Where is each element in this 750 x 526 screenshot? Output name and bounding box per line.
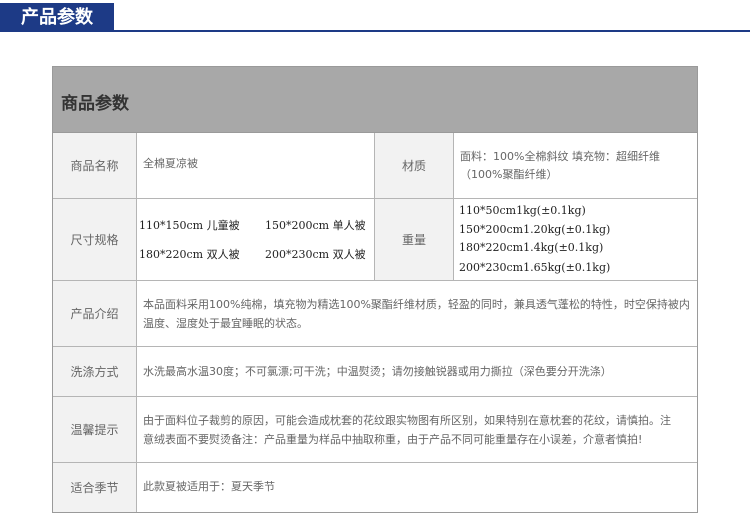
tips-line1: 由于面料位子裁剪的原因，可能会造成枕套的花纹跟实物图有所区别，如果特别在意枕套的… bbox=[143, 414, 671, 427]
material-label: 材质 bbox=[374, 133, 454, 198]
season-label: 适合季节 bbox=[53, 463, 137, 512]
table-row: 产品介绍 本品面料采用100%纯棉，填充物为精选100%聚酯纤维材质，轻盈的同时… bbox=[53, 281, 697, 347]
intro-label: 产品介绍 bbox=[53, 281, 137, 346]
material-cell: 面料：100%全棉斜纹 填充物：超细纤维 （100%聚酯纤维） bbox=[454, 133, 697, 198]
weight-label: 重量 bbox=[374, 199, 454, 280]
wash-label: 洗涤方式 bbox=[53, 347, 137, 396]
season-value: 此款夏被适用于：夏天季节 bbox=[143, 480, 275, 493]
tips-cell: 由于面料位子裁剪的原因，可能会造成枕套的花纹跟实物图有所区别，如果特别在意枕套的… bbox=[137, 397, 697, 462]
table-row: 洗涤方式 水洗最高水温30度；不可氯漂;可干洗；中温熨烫；请勿接触锐器或用力撕拉… bbox=[53, 347, 697, 397]
header-divider bbox=[0, 30, 750, 32]
size-item: 150*200cm 单人被 bbox=[265, 219, 366, 232]
tips-label: 温馨提示 bbox=[53, 397, 137, 462]
table-row: 商品名称 全棉夏凉被 材质 面料：100%全棉斜纹 填充物：超细纤维 （100%… bbox=[53, 133, 697, 199]
intro-line2: 温度、湿度处于最宜睡眠的状态。 bbox=[143, 317, 308, 330]
table-row: 适合季节 此款夏被适用于：夏天季节 bbox=[53, 463, 697, 512]
size-item: 180*220cm 双人被 bbox=[139, 248, 240, 261]
name-cell: 全棉夏凉被 bbox=[137, 133, 374, 198]
weight-item: 150*200cm1.20kg(±0.1kg) bbox=[459, 223, 611, 236]
season-cell: 此款夏被适用于：夏天季节 bbox=[137, 463, 697, 512]
weight-item: 200*230cm1.65kg(±0.1kg) bbox=[459, 261, 611, 274]
material-line2: （100%聚酯纤维） bbox=[460, 168, 558, 181]
tips-line2: 意绒表面不要熨烫备注：产品重量为样品中抽取称重，由于产品不同可能重量存在小误差，… bbox=[143, 433, 643, 446]
section-title: 产品参数 bbox=[0, 3, 114, 32]
weight-item: 180*220cm1.4kg(±0.1kg) bbox=[459, 241, 604, 254]
wash-cell: 水洗最高水温30度；不可氯漂;可干洗；中温熨烫；请勿接触锐器或用力撕拉（深色要分… bbox=[137, 347, 697, 396]
table-title: 商品参数 bbox=[61, 94, 129, 114]
weight-item: 110*50cm1kg(±0.1kg) bbox=[459, 204, 586, 217]
table-row: 温馨提示 由于面料位子裁剪的原因，可能会造成枕套的花纹跟实物图有所区别，如果特别… bbox=[53, 397, 697, 463]
name-label: 商品名称 bbox=[53, 133, 137, 198]
table-title-row: 商品参数 bbox=[53, 67, 697, 133]
size-item: 110*150cm 儿童被 bbox=[139, 219, 240, 232]
table-row: 尺寸规格 110*150cm 儿童被 150*200cm 单人被 180*220… bbox=[53, 199, 697, 281]
params-table: 商品参数 商品名称 全棉夏凉被 材质 面料：100%全棉斜纹 填充物：超细纤维 … bbox=[52, 66, 698, 513]
material-line1: 面料：100%全棉斜纹 填充物：超细纤维 bbox=[460, 150, 660, 163]
section-header: 产品参数 bbox=[0, 0, 750, 34]
wash-value: 水洗最高水温30度；不可氯漂;可干洗；中温熨烫；请勿接触锐器或用力撕拉（深色要分… bbox=[143, 365, 612, 378]
name-value: 全棉夏凉被 bbox=[143, 157, 198, 170]
intro-cell: 本品面料采用100%纯棉，填充物为精选100%聚酯纤维材质，轻盈的同时，兼具透气… bbox=[137, 281, 697, 346]
size-item: 200*230cm 双人被 bbox=[265, 248, 366, 261]
size-label: 尺寸规格 bbox=[53, 199, 137, 280]
intro-line1: 本品面料采用100%纯棉，填充物为精选100%聚酯纤维材质，轻盈的同时，兼具透气… bbox=[143, 298, 690, 311]
